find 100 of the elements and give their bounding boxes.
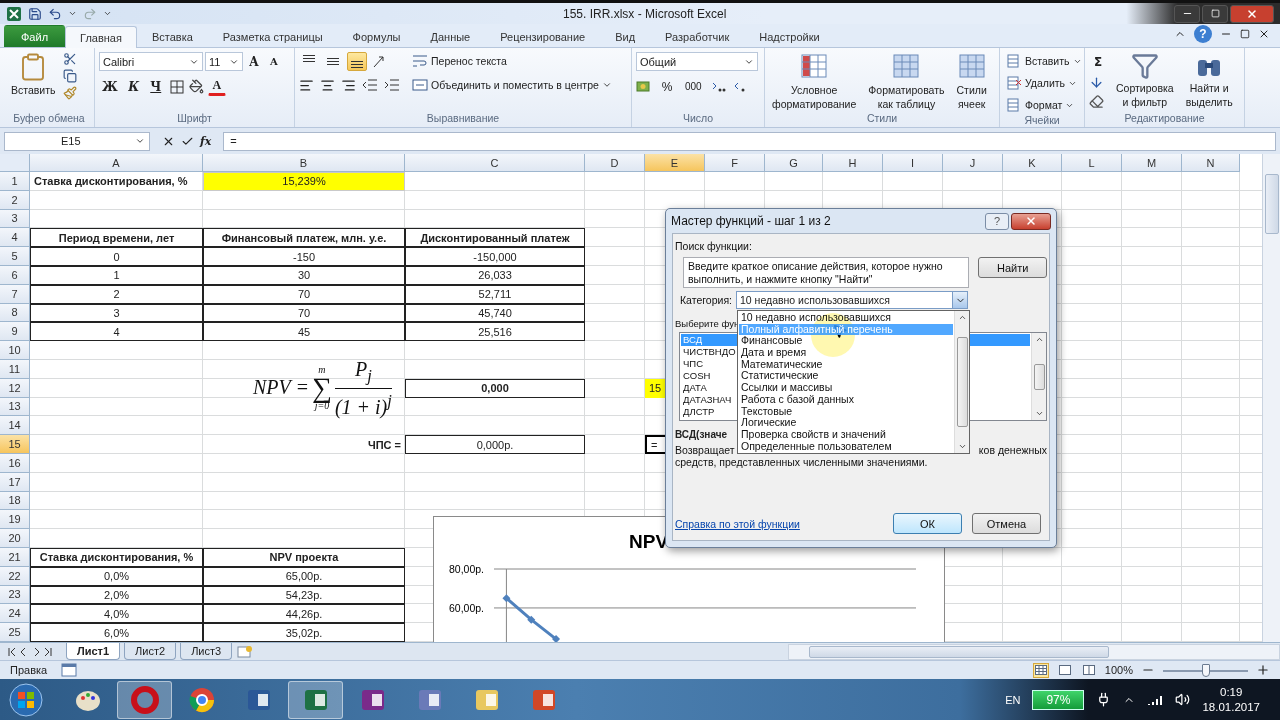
name-box[interactable]: E15 xyxy=(4,131,150,151)
scrollbar[interactable] xyxy=(1031,333,1046,420)
currency-icon[interactable] xyxy=(636,78,652,95)
row-header[interactable]: 9 xyxy=(0,322,30,342)
column-header[interactable]: J xyxy=(943,154,1003,172)
file-tab[interactable]: Файл xyxy=(4,25,66,47)
dropdown-option[interactable]: Логические xyxy=(739,417,953,429)
dropdown-option[interactable]: Ссылки и массивы xyxy=(739,382,953,394)
column-header[interactable]: E xyxy=(645,154,705,172)
row-header[interactable]: 20 xyxy=(0,529,30,548)
formula-field[interactable]: = xyxy=(223,131,1276,151)
zoom-in-icon[interactable] xyxy=(1256,663,1270,677)
fill-down-icon[interactable] xyxy=(1089,75,1104,90)
align-center-icon[interactable] xyxy=(320,77,335,93)
editing-button[interactable]: Найти и выделить xyxy=(1182,52,1236,108)
find-button[interactable]: Найти xyxy=(978,257,1047,278)
sheet-tab[interactable]: Лист2 xyxy=(124,642,177,660)
save-icon[interactable] xyxy=(28,6,42,21)
ribbon-tab[interactable]: Разработчик xyxy=(650,25,745,47)
column-header[interactable]: I xyxy=(883,154,943,172)
help-link[interactable]: Справка по этой функции xyxy=(675,517,883,530)
column-header[interactable]: C xyxy=(405,154,585,172)
help-button[interactable]: ? xyxy=(985,212,1009,230)
shrink-font-button[interactable]: A xyxy=(265,52,283,71)
style-button[interactable]: Условное форматирование xyxy=(769,52,860,110)
caret-icon[interactable] xyxy=(103,9,112,18)
ribbon-tab[interactable]: Рецензирование xyxy=(485,25,601,47)
scroll-up-icon[interactable] xyxy=(957,313,967,322)
sheet-tab[interactable]: Лист3 xyxy=(180,642,233,660)
align-right-icon[interactable] xyxy=(341,77,356,93)
column-header[interactable]: F xyxy=(705,154,765,172)
align-left-icon[interactable] xyxy=(299,77,314,93)
taskbar-app[interactable] xyxy=(117,680,172,719)
search-field[interactable]: Введите краткое описание действия, которое нужно выполнить, и нажмите кнопку "Найти" xyxy=(683,257,970,288)
close-icon[interactable] xyxy=(1258,28,1270,40)
row-header[interactable]: 1 xyxy=(0,172,30,191)
eraser-icon[interactable] xyxy=(1089,94,1104,109)
increase-indent-icon[interactable] xyxy=(384,77,400,93)
view-button[interactable] xyxy=(1032,662,1049,678)
merge-center-button[interactable]: Объединить и поместить в центре xyxy=(410,76,614,94)
dropdown-option[interactable]: Текстовые xyxy=(739,405,953,418)
column-header[interactable]: A xyxy=(30,154,203,172)
italic-button[interactable]: К xyxy=(124,77,143,96)
close-button[interactable] xyxy=(1230,4,1274,23)
paste-button[interactable]: Вставить xyxy=(8,52,59,96)
scroll-up-icon[interactable] xyxy=(1034,335,1044,344)
scrollbar-thumb[interactable] xyxy=(809,645,1109,658)
scrollbar[interactable] xyxy=(954,311,969,453)
dropdown-option[interactable]: 10 недавно использовавшихся xyxy=(739,312,953,324)
ok-button[interactable]: ОК xyxy=(893,513,962,534)
ribbon-tab[interactable]: Вид xyxy=(600,25,651,47)
dropdown-button[interactable] xyxy=(952,292,967,308)
font-color-button[interactable]: A xyxy=(207,77,226,96)
grow-font-button[interactable]: A xyxy=(245,52,263,71)
cells-button[interactable]: Вставить xyxy=(1004,52,1084,70)
cells-button[interactable]: Удалить xyxy=(1004,74,1080,92)
restore-icon[interactable] xyxy=(1240,29,1250,39)
paintbrush-icon[interactable] xyxy=(62,86,77,100)
row-header[interactable]: 15 xyxy=(0,435,30,454)
style-button[interactable]: Стили ячеек xyxy=(953,52,990,110)
globe-icon[interactable] xyxy=(187,685,216,714)
column-header[interactable]: B xyxy=(203,154,405,172)
number-format-field[interactable]: Общий xyxy=(636,52,758,71)
borders-icon[interactable] xyxy=(168,78,185,95)
row-header[interactable]: 14 xyxy=(0,416,30,436)
ribbon-tab[interactable]: Данные xyxy=(415,25,486,47)
scissors-icon[interactable] xyxy=(62,52,77,66)
editing-button[interactable]: Сортировка и фильтр xyxy=(1113,52,1177,108)
row-header[interactable]: 10 xyxy=(0,341,30,360)
ribbon-tab[interactable]: Надстройки xyxy=(744,25,835,47)
sheet-tab[interactable]: Лист1 xyxy=(66,642,121,660)
dropdown-option[interactable]: Работа с базой данных xyxy=(739,393,953,406)
text-orientation-icon[interactable] xyxy=(371,53,387,70)
dropdown-option[interactable]: Проверка свойств и значений xyxy=(739,428,953,441)
fill-color-icon[interactable] xyxy=(188,79,204,94)
scroll-down-icon[interactable] xyxy=(957,442,967,451)
ribbon-tab[interactable]: Вставка xyxy=(136,25,208,47)
speaker-icon[interactable] xyxy=(1175,692,1191,707)
scrollbar-thumb[interactable] xyxy=(956,337,968,427)
autosum-button[interactable]: Σ xyxy=(1089,52,1107,71)
underline-button[interactable]: Ч xyxy=(146,77,165,96)
view-button[interactable] xyxy=(1080,662,1097,678)
dropdown-option[interactable]: Дата и время xyxy=(739,347,953,359)
insert-function-button[interactable]: fx xyxy=(200,134,212,148)
zoom-slider-thumb[interactable] xyxy=(1201,663,1210,677)
font-size-field[interactable]: 11 xyxy=(205,52,243,71)
row-header[interactable]: 24 xyxy=(0,604,30,624)
taskbar-app[interactable] xyxy=(288,680,343,719)
cells-button[interactable]: Формат xyxy=(1004,96,1077,114)
wrap-text-button[interactable]: Перенос текста xyxy=(410,52,509,70)
horizontal-scrollbar[interactable] xyxy=(788,643,1280,660)
row-header[interactable]: 25 xyxy=(0,623,30,642)
dropdown-option[interactable]: Финансовые xyxy=(739,335,953,348)
column-header[interactable]: D xyxy=(585,154,645,172)
scrollbar-thumb[interactable] xyxy=(1033,363,1045,390)
column-header[interactable]: G xyxy=(765,154,823,172)
maximize-button[interactable] xyxy=(1202,4,1228,23)
decrease-indent-icon[interactable] xyxy=(362,77,378,93)
row-header[interactable]: 5 xyxy=(0,247,30,266)
row-header[interactable]: 4 xyxy=(0,228,30,248)
